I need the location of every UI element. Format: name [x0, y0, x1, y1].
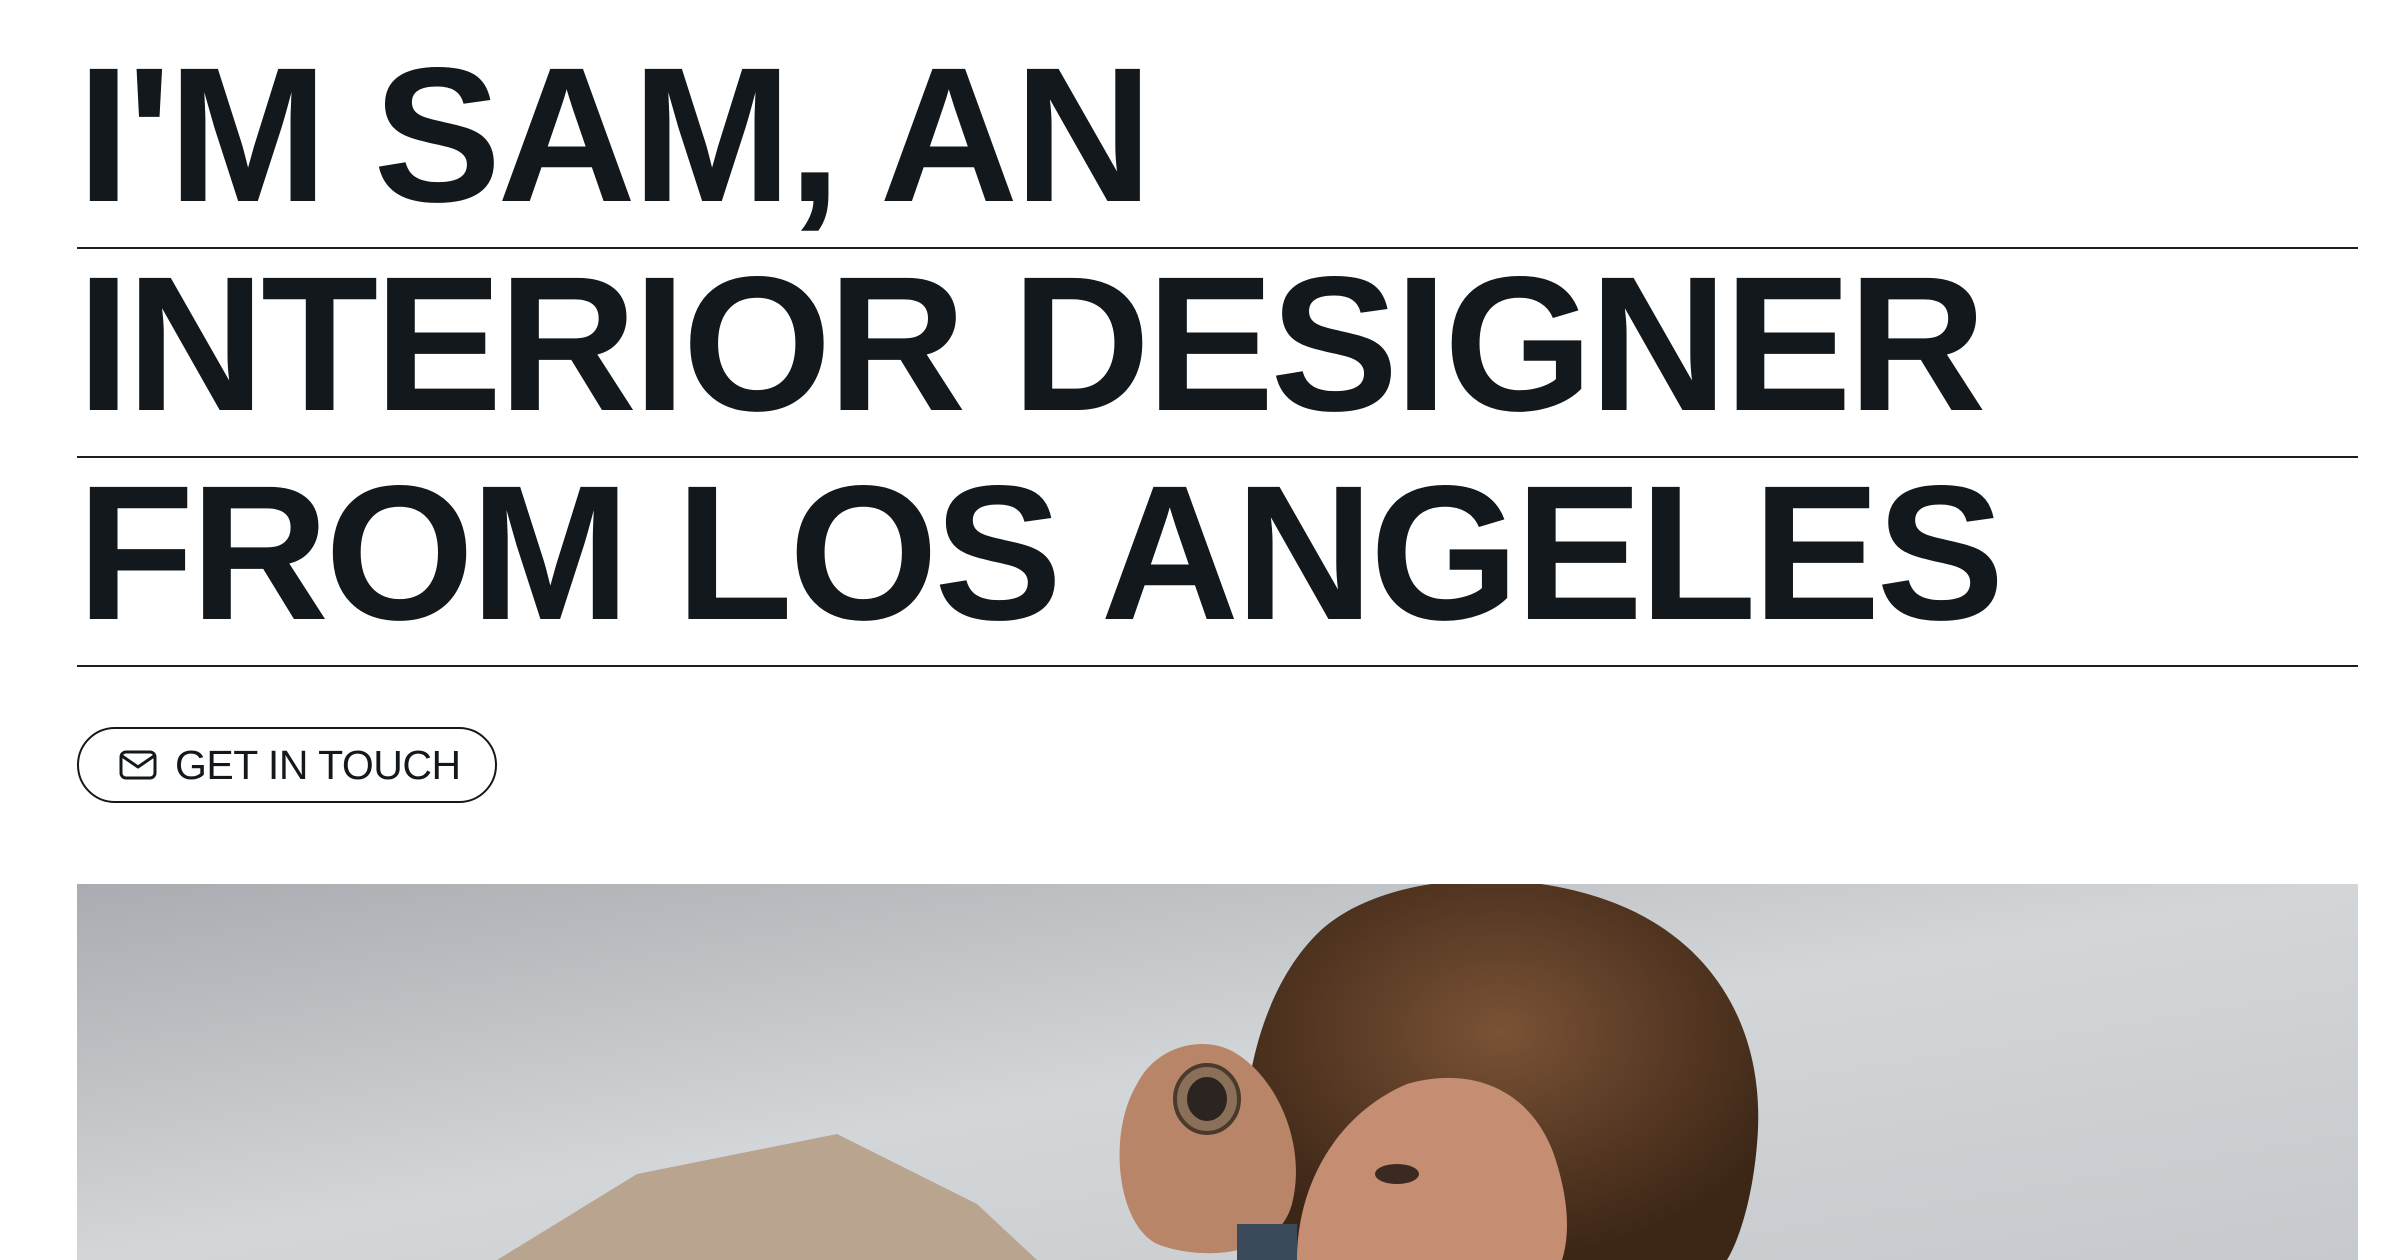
- hero-line-text: INTERIOR DESIGNER: [77, 249, 1987, 451]
- hero-heading: I'M SAM, AN INTERIOR DESIGNER FROM LOS A…: [77, 40, 2358, 667]
- page: I'M SAM, AN INTERIOR DESIGNER FROM LOS A…: [0, 0, 2404, 1260]
- hero-line-text: FROM LOS ANGELES: [77, 458, 2005, 660]
- hero-line-1: I'M SAM, AN: [77, 40, 2358, 249]
- hero-line-2: INTERIOR DESIGNER: [77, 249, 2358, 458]
- get-in-touch-label: GET IN TOUCH: [175, 741, 461, 788]
- get-in-touch-button[interactable]: GET IN TOUCH: [77, 727, 497, 803]
- mail-icon: [119, 750, 157, 780]
- portrait-photo: [77, 884, 2358, 1260]
- hero-line-text: I'M SAM, AN: [77, 40, 1153, 242]
- hero-line-3: FROM LOS ANGELES: [77, 458, 2358, 667]
